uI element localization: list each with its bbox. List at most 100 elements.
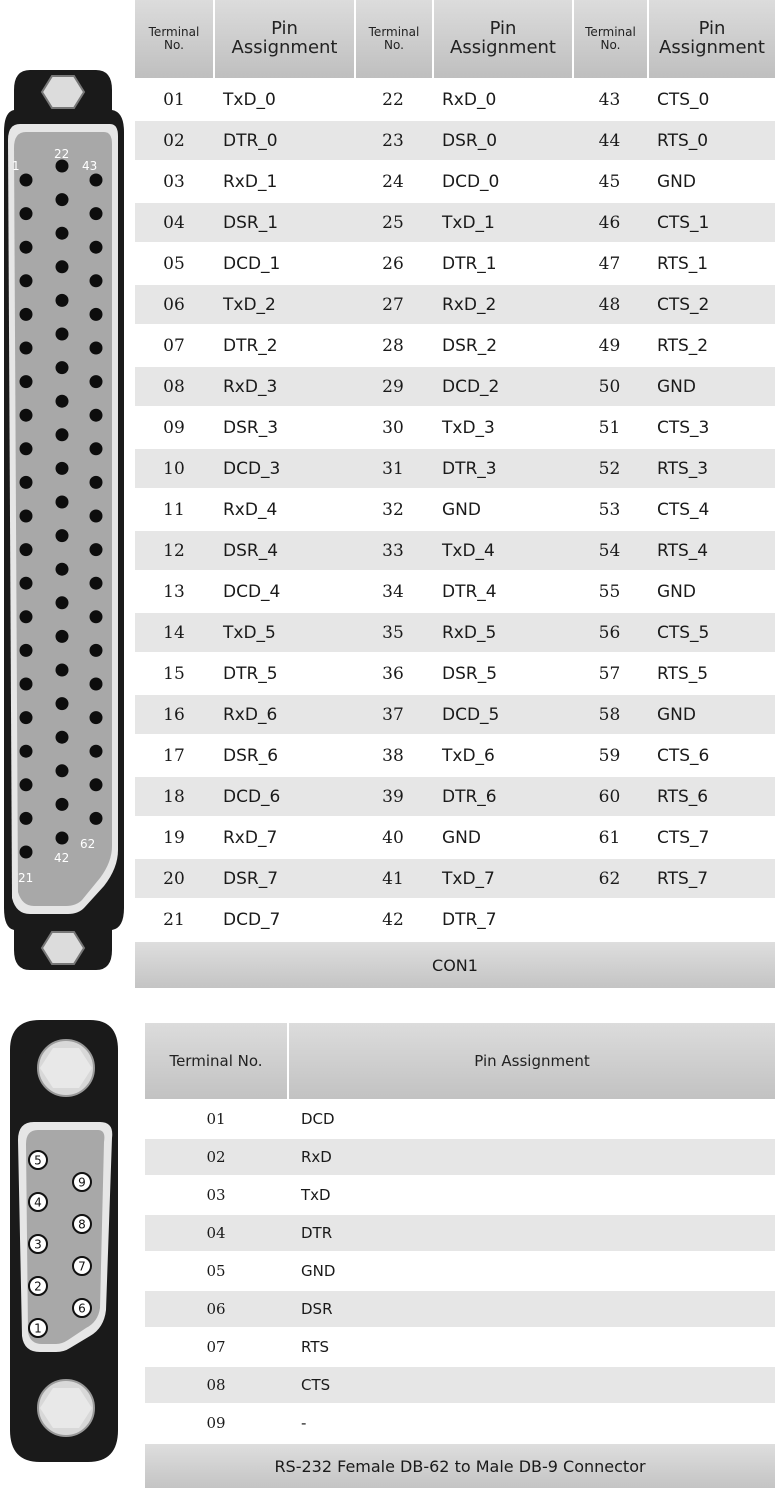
pin-dot	[19, 207, 33, 221]
pin-dot	[89, 778, 103, 792]
pin-label-21: 21	[18, 871, 33, 885]
pin-dot	[89, 811, 103, 825]
pin-assignment-cell: RxD	[287, 1137, 775, 1175]
pin-assignment-cell: TxD	[287, 1175, 775, 1213]
pin-dot	[55, 428, 69, 442]
pin-dot	[89, 610, 103, 624]
table-row: 18 DCD_6 39 DTR_6 60 RTS_6	[135, 775, 775, 816]
db62-connector-illustration: 1 22 43 62 42 21	[4, 70, 124, 970]
pin-assignment-cell: RxD_4	[213, 488, 354, 529]
table-row: 09 DSR_3 30 TxD_3 51 CTS_3	[135, 406, 775, 447]
header-terminal-no: Terminal No.	[145, 1023, 287, 1099]
table-row: 12 DSR_4 33 TxD_4 54 RTS_4	[135, 529, 775, 570]
terminal-number-cell: 22	[354, 78, 432, 119]
pin-dot	[55, 361, 69, 375]
table-header-row: Terminal No. Pin Assignment Terminal No. Pi…	[135, 0, 775, 78]
terminal-number-cell: 01	[145, 1099, 287, 1137]
terminal-number-cell: 19	[135, 816, 213, 857]
terminal-number-cell: 06	[135, 283, 213, 324]
pin-assignment-cell: DCD	[287, 1099, 775, 1137]
pin-dot	[89, 408, 103, 422]
table-row: 21 DCD_7 42 DTR_7	[135, 898, 775, 939]
pin-dot	[19, 778, 33, 792]
pin-dot	[19, 711, 33, 725]
pin-dot	[19, 643, 33, 657]
table-row: 05 GND	[145, 1251, 775, 1289]
pin-assignment-cell: RxD_6	[213, 693, 354, 734]
pin-dot	[55, 193, 69, 207]
table-row: 03 TxD	[145, 1175, 775, 1213]
pin-dot	[19, 610, 33, 624]
pin-assignment-cell: RTS_7	[647, 857, 775, 898]
pin-assignment-cell: RTS_2	[647, 324, 775, 365]
terminal-number-cell: 17	[135, 734, 213, 775]
terminal-number-cell: 52	[572, 447, 647, 488]
pin-assignment-cell: GND	[647, 160, 775, 201]
pin-dot	[19, 274, 33, 288]
terminal-number-cell: 62	[572, 857, 647, 898]
pin-assignment-cell: RxD_3	[213, 365, 354, 406]
db9-connector-illustration: 5 4 3 2 1 9 8 7 6	[10, 1020, 118, 1462]
pin-assignment-cell: CTS_7	[647, 816, 775, 857]
pin-label-62: 62	[80, 837, 95, 851]
pin-assignment-cell: DSR_5	[432, 652, 572, 693]
terminal-number-cell: 60	[572, 775, 647, 816]
terminal-number-cell: 51	[572, 406, 647, 447]
pin-label-1: 1	[12, 159, 20, 173]
pin-dot	[55, 730, 69, 744]
pin-dot	[55, 596, 69, 610]
pin-assignment-cell: TxD_2	[213, 283, 354, 324]
table-row: 07 DTR_2 28 DSR_2 49 RTS_2	[135, 324, 775, 365]
table-caption-row: CON1	[135, 939, 775, 988]
terminal-number-cell: 02	[145, 1137, 287, 1175]
pin-dot	[89, 274, 103, 288]
pin-dot	[55, 629, 69, 643]
terminal-number-cell: 20	[135, 857, 213, 898]
pin-assignment-cell: RTS_3	[647, 447, 775, 488]
pin-assignment-cell: RTS	[287, 1327, 775, 1365]
table-row: 04 DSR_1 25 TxD_1 46 CTS_1	[135, 201, 775, 242]
pin-assignment-cell: TxD_4	[432, 529, 572, 570]
terminal-number-cell: 58	[572, 693, 647, 734]
terminal-number-cell: 56	[572, 611, 647, 652]
pin-dot	[55, 495, 69, 509]
pin-dot	[19, 173, 33, 187]
pin-dot	[19, 543, 33, 557]
top-screw-icon	[40, 75, 86, 109]
pin-label-22: 22	[54, 147, 69, 161]
pin-dot	[89, 677, 103, 691]
table-row: 03 RxD_1 24 DCD_0 45 GND	[135, 160, 775, 201]
terminal-number-cell: 59	[572, 734, 647, 775]
pin-assignment-cell: DTR_6	[432, 775, 572, 816]
header-terminal-no: Terminal No.	[354, 0, 432, 78]
pin-dot	[19, 811, 33, 825]
pin-assignment-cell: DSR_4	[213, 529, 354, 570]
terminal-number-cell: 03	[135, 160, 213, 201]
pin-dot	[19, 307, 33, 321]
pin-dot	[19, 509, 33, 523]
terminal-number-cell: 49	[572, 324, 647, 365]
terminal-number-cell: 44	[572, 119, 647, 160]
pin-number-label: 4	[34, 1196, 42, 1210]
table-row: 05 DCD_1 26 DTR_1 47 RTS_1	[135, 242, 775, 283]
table-row: 06 TxD_2 27 RxD_2 48 CTS_2	[135, 283, 775, 324]
pin-assignment-cell: TxD_1	[432, 201, 572, 242]
pin-assignment-cell: TxD_7	[432, 857, 572, 898]
table-row: 14 TxD_5 35 RxD_5 56 CTS_5	[135, 611, 775, 652]
terminal-number-cell: 10	[135, 447, 213, 488]
pin-assignment-cell: DCD_0	[432, 160, 572, 201]
pin-dot	[55, 461, 69, 475]
header-pin-assignment: Pin Assignment	[213, 0, 354, 78]
pin-assignment-cell: DTR_3	[432, 447, 572, 488]
terminal-number-cell: 01	[135, 78, 213, 119]
terminal-number-cell: 28	[354, 324, 432, 365]
terminal-number-cell: 08	[135, 365, 213, 406]
pin-dot	[55, 562, 69, 576]
table-row: 01 DCD	[145, 1099, 775, 1137]
db62-pin-table: Terminal No. Pin Assignment Terminal No. Pi…	[135, 0, 775, 988]
terminal-number-cell: 31	[354, 447, 432, 488]
pin-assignment-cell: GND	[647, 693, 775, 734]
pin-label-43: 43	[82, 159, 97, 173]
pin-dot	[89, 475, 103, 489]
pin-dot	[89, 173, 103, 187]
